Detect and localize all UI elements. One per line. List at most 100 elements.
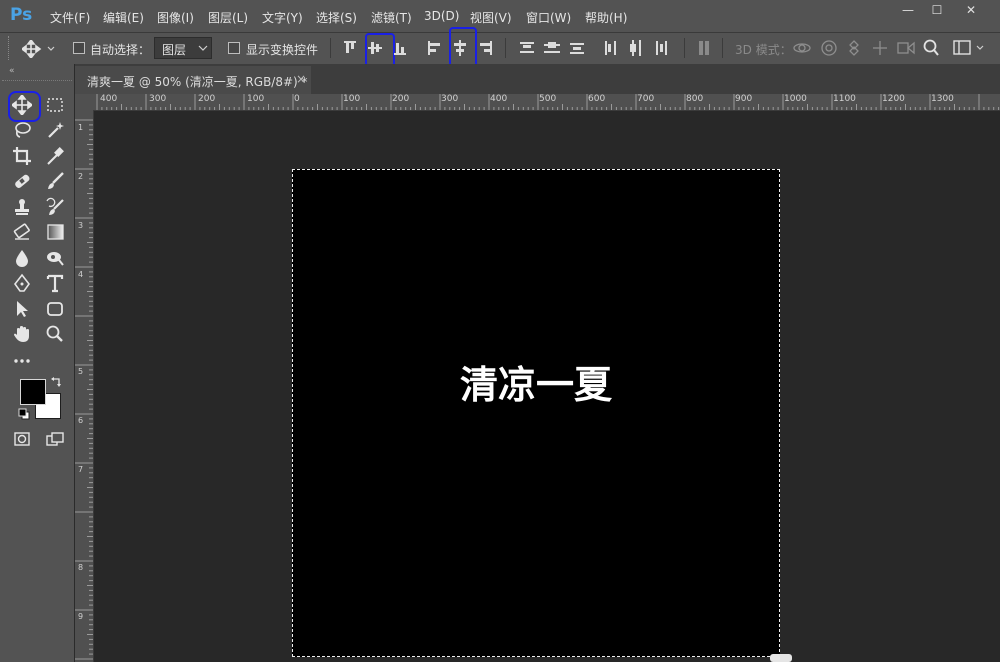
- healing-brush-tool[interactable]: [9, 168, 35, 192]
- type-icon: [46, 274, 64, 293]
- ruler-label: 900: [735, 94, 753, 104]
- swap-colors-icon[interactable]: [51, 376, 63, 388]
- menu-3d[interactable]: 3D(D): [424, 9, 459, 23]
- divider: [505, 38, 506, 58]
- ruler-label: 300: [441, 94, 459, 104]
- magic-wand-tool[interactable]: [42, 117, 68, 141]
- ruler-label: 500: [539, 94, 557, 104]
- roll-3d-icon: [821, 40, 837, 56]
- eyedropper-icon: [47, 147, 64, 165]
- close-tab-icon[interactable]: ×: [296, 72, 306, 86]
- hand-tool[interactable]: [9, 321, 35, 345]
- show-transform-checkbox[interactable]: [228, 42, 240, 54]
- orbit-3d-icon: [793, 43, 811, 53]
- ruler-label: 400: [490, 94, 508, 104]
- ruler-label: 800: [686, 94, 704, 104]
- foreground-color-swatch[interactable]: [20, 379, 46, 405]
- search-icon[interactable]: [922, 38, 940, 58]
- zoom-tool[interactable]: [42, 321, 68, 345]
- crop-tool[interactable]: [9, 143, 35, 167]
- auto-select-label: 自动选择：: [90, 43, 151, 57]
- history-brush-icon: [46, 197, 64, 215]
- show-transform-label: 显示变换控件: [246, 43, 319, 57]
- distribute-left-icon[interactable]: [602, 39, 620, 57]
- ruler-label: 8: [78, 563, 84, 572]
- gradient-tool[interactable]: [42, 219, 68, 243]
- minimize-button[interactable]: —: [892, 0, 924, 20]
- auto-select-checkbox[interactable]: [73, 42, 85, 54]
- rectangle-shape-tool[interactable]: [42, 296, 68, 320]
- align-bottom-edges-icon[interactable]: [392, 39, 410, 57]
- history-brush-tool[interactable]: [42, 194, 68, 218]
- eraser-tool[interactable]: [9, 219, 35, 243]
- ruler-label: 1000: [784, 94, 807, 104]
- lasso-tool[interactable]: [9, 117, 35, 141]
- transform-handle[interactable]: [770, 654, 792, 662]
- workspace-switcher-icon[interactable]: [953, 39, 991, 57]
- ruler-label: 100: [247, 94, 265, 104]
- 3d-mode-icons: [793, 40, 915, 56]
- auto-select-dropdown[interactable]: 图层: [154, 37, 212, 59]
- zoom-icon: [46, 325, 63, 342]
- menu-filter[interactable]: 滤镜(T): [371, 9, 412, 26]
- ruler-label: 5: [78, 367, 84, 376]
- eyedropper-tool[interactable]: [42, 143, 68, 167]
- distribute-horizontal-centers-icon[interactable]: [627, 39, 645, 57]
- brush-tool[interactable]: [42, 168, 68, 192]
- type-tool[interactable]: [42, 270, 68, 294]
- screen-mode-button[interactable]: [42, 426, 68, 450]
- ruler-label: 4: [78, 270, 84, 279]
- bandage-icon: [15, 174, 30, 188]
- distribute-vertical-centers-icon[interactable]: [543, 39, 561, 57]
- menu-window[interactable]: 窗口(W): [526, 9, 571, 26]
- scale-3d-icon: [897, 41, 915, 55]
- dodge-tool[interactable]: [42, 245, 68, 269]
- menu-layer[interactable]: 图层(L): [208, 9, 248, 26]
- align-top-edges-icon[interactable]: [342, 39, 360, 57]
- move-tool-preset-picker[interactable]: [20, 38, 66, 60]
- quick-mask-button[interactable]: [9, 426, 35, 450]
- menu-image[interactable]: 图像(I): [157, 9, 194, 26]
- edit-toolbar-button[interactable]: [9, 347, 35, 371]
- distribute-top-icon[interactable]: [518, 39, 536, 57]
- more-dots-icon: [14, 359, 30, 363]
- ruler-label: 300: [149, 94, 167, 104]
- clone-stamp-tool[interactable]: [9, 194, 35, 218]
- selection-marquee: [292, 169, 780, 657]
- rectangular-marquee-tool[interactable]: [42, 92, 68, 116]
- hand-icon: [14, 326, 29, 342]
- path-selection-tool[interactable]: [9, 296, 35, 320]
- stamp-icon: [15, 199, 29, 215]
- menu-select[interactable]: 选择(S): [316, 9, 357, 26]
- ruler-label: 1300: [931, 94, 954, 104]
- menu-file[interactable]: 文件(F): [50, 9, 90, 26]
- menu-view[interactable]: 视图(V): [470, 9, 512, 26]
- ruler-origin[interactable]: [75, 94, 93, 110]
- dodge-icon: [47, 252, 64, 266]
- maximize-button[interactable]: ☐: [921, 0, 953, 20]
- auto-align-layers-icon[interactable]: [696, 39, 714, 57]
- blur-tool[interactable]: [9, 245, 35, 269]
- pen-tool[interactable]: [9, 270, 35, 294]
- chevron-down-icon: [198, 45, 208, 51]
- close-window-button[interactable]: ✕: [952, 0, 990, 20]
- ruler-label: 0: [294, 94, 300, 104]
- ruler-label: 400: [100, 94, 118, 104]
- pan-3d-icon: [849, 40, 859, 56]
- marquee-icon: [47, 98, 63, 112]
- drop-icon: [16, 250, 28, 267]
- auto-select-value: 图层: [162, 43, 187, 57]
- collapse-panel-icon[interactable]: «: [9, 66, 15, 76]
- menu-help[interactable]: 帮助(H): [585, 9, 627, 26]
- rounded-rectangle-icon: [47, 302, 63, 316]
- align-left-edges-icon[interactable]: [426, 39, 444, 57]
- canvas-text-layer[interactable]: 清凉一夏: [292, 354, 780, 409]
- default-colors-icon[interactable]: [18, 408, 30, 420]
- distribute-bottom-icon[interactable]: [568, 39, 586, 57]
- ruler-label: 6: [78, 416, 84, 425]
- ruler-label: 2: [78, 172, 84, 181]
- menu-edit[interactable]: 编辑(E): [103, 9, 144, 26]
- menu-type[interactable]: 文字(Y): [262, 9, 303, 26]
- align-right-edges-icon[interactable]: [476, 39, 494, 57]
- distribute-right-icon[interactable]: [652, 39, 670, 57]
